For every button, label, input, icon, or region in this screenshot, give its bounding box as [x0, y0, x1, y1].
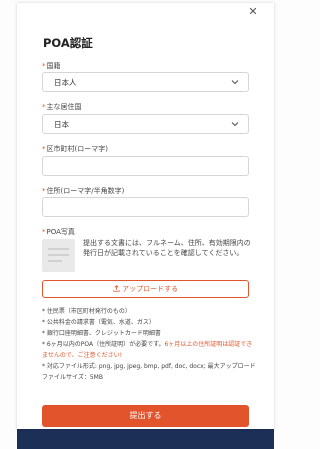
upload-label: アップロードする	[122, 285, 179, 293]
country-value: 日本人	[54, 78, 77, 87]
address-label: *住所(ローマ字/半角数字)	[42, 187, 125, 195]
country-select[interactable]: 日本人	[42, 72, 249, 92]
city-label: *区市町村(ローマ字)	[42, 145, 108, 153]
requirement-item: * 対応ファイル形式: png, jpg, jpeg, bmp, pdf, do…	[42, 363, 256, 381]
address-input[interactable]	[42, 197, 249, 217]
close-icon[interactable]: ✕	[246, 5, 260, 19]
upload-button[interactable]: アップロードする	[42, 280, 249, 298]
requirement-item: * 6ヶ月以内のPOA（住所証明）が必要です。6ヶ月以上の住所証明は認証できませ…	[42, 341, 253, 359]
requirement-item: * 住民票（市区町村発行のもの）	[42, 308, 131, 315]
submit-button[interactable]: 提出する	[42, 405, 249, 427]
poa-modal: ✕ POA認証 *国籍 日本人 *主な居住国 日本 *区市町村(ローマ字) *住…	[17, 3, 274, 429]
modal-title: POA認証	[43, 36, 93, 50]
document-placeholder-image	[42, 239, 75, 272]
city-input[interactable]	[42, 156, 249, 176]
residence-label: *主な居住国	[42, 103, 82, 111]
photo-description: 提出する文書には、フルネーム、住所、有効期限内の発行日が記載されていることを確認…	[83, 239, 251, 257]
residence-value: 日本	[54, 120, 69, 129]
requirements-list: * 住民票（市区町村発行のもの） * 公共料金の請求書（電気、水道、ガス） * …	[42, 306, 257, 383]
chevron-down-icon	[231, 122, 239, 127]
submit-label: 提出する	[129, 411, 162, 420]
requirement-item: * 公共料金の請求書（電気、水道、ガス）	[42, 319, 155, 326]
page-footer-bar	[17, 429, 274, 449]
upload-icon	[113, 285, 120, 292]
residence-select[interactable]: 日本	[42, 114, 249, 134]
country-label: *国籍	[42, 62, 61, 70]
chevron-down-icon	[231, 80, 239, 85]
poa-photo-label: *POA写真	[42, 228, 75, 236]
requirement-item: * 銀行口座明細書、クレジットカード明細書	[42, 330, 161, 337]
